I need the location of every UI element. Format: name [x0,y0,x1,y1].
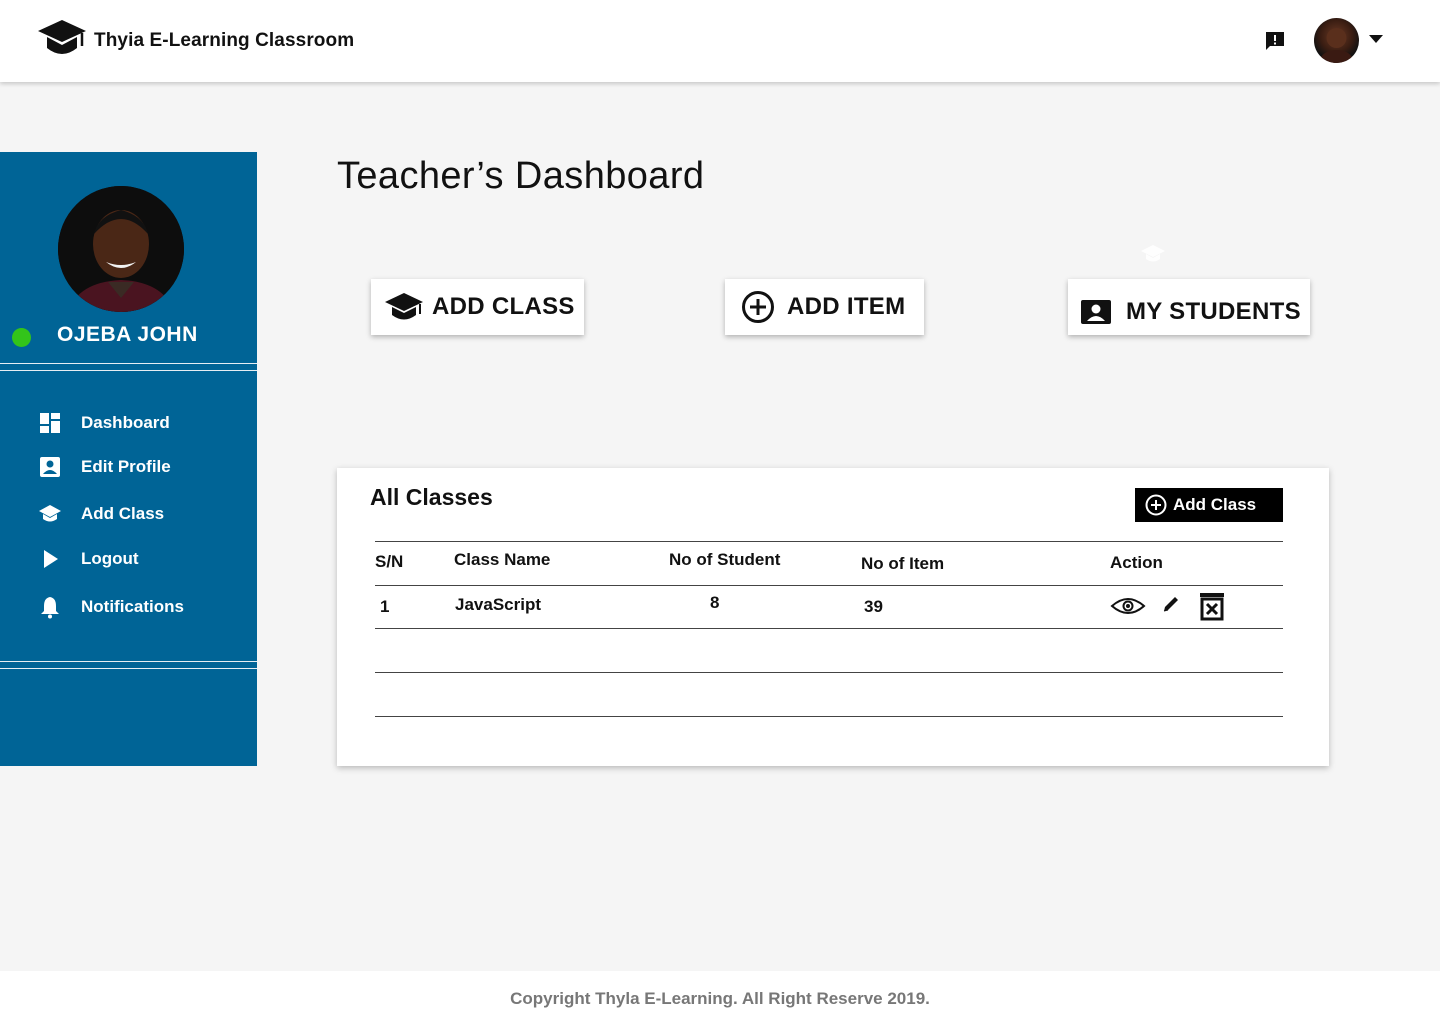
plus-circle-icon [741,290,775,324]
footer: Copyright Thyla E-Learning. All Right Re… [0,971,1440,1024]
view-icon[interactable] [1110,596,1146,621]
divider [0,363,257,364]
play-arrow-icon [38,547,62,571]
graduation-cap-icon [383,290,425,324]
sidebar: OJEBA JOHN Dashboard Edit Profile Add Cl… [0,152,257,766]
contact-card-icon [1080,297,1112,327]
sidebar-item-edit-profile[interactable]: Edit Profile [38,455,171,479]
edit-icon[interactable] [1161,594,1181,619]
copyright-text: Copyright Thyla E-Learning. All Right Re… [510,989,930,1008]
sidebar-item-label: Edit Profile [81,457,171,476]
graduation-cap-icon [36,16,88,65]
add-class-button[interactable]: Add Class [1135,488,1283,522]
caret-down-icon[interactable] [1369,35,1383,43]
sidebar-item-notifications[interactable]: Notifications [38,595,184,619]
table-divider [375,541,1283,542]
column-header-class-name: Class Name [454,550,551,569]
column-header-students: No of Student [669,550,781,569]
table-divider [375,628,1283,629]
profile-photo [58,186,184,312]
add-class-card-button[interactable]: ADD CLASS [371,279,584,335]
add-item-card-label: ADD ITEM [787,293,906,320]
table-divider [375,716,1283,717]
cell-sn: 1 [380,597,390,616]
my-students-card-label: MY STUDENTS [1126,298,1301,325]
feedback-icon[interactable] [1264,30,1286,52]
graduation-cap-icon [1140,243,1166,265]
sidebar-item-logout[interactable]: Logout [38,547,139,571]
online-status-dot [12,328,31,347]
my-students-card-button[interactable]: MY STUDENTS [1068,279,1310,335]
add-item-card-button[interactable]: ADD ITEM [725,279,924,335]
dashboard-icon [38,411,62,435]
panel-title: All Classes [370,484,493,510]
profile-name: OJEBA JOHN [57,323,198,346]
page-title: Teacher’s Dashboard [337,155,705,197]
sidebar-item-add-class[interactable]: Add Class [38,502,164,526]
sidebar-item-label: Logout [81,549,139,568]
brand-name: Thyia E-Learning Classroom [94,29,355,51]
table-divider [375,672,1283,673]
bell-icon [38,595,62,619]
table-divider [375,585,1283,586]
divider [0,370,257,371]
sidebar-item-label: Dashboard [81,413,170,432]
contact-card-icon [38,455,62,479]
sidebar-item-label: Add Class [81,504,165,523]
user-avatar[interactable] [1314,18,1359,63]
cell-items: 39 [864,597,883,616]
brand[interactable]: Thyia E-Learning Classroom [36,16,354,65]
column-header-sn: S/N [375,552,404,571]
divider [0,668,257,669]
cell-students: 8 [710,593,720,612]
column-header-items: No of Item [861,554,945,573]
graduation-cap-icon [38,502,62,526]
divider [0,661,257,662]
add-class-card-label: ADD CLASS [432,293,575,320]
delete-icon[interactable] [1197,591,1227,626]
plus-circle-icon [1145,494,1167,516]
cell-class-name: JavaScript [455,595,541,614]
top-bar: Thyia E-Learning Classroom [0,0,1440,82]
add-class-button-label: Add Class [1173,495,1257,514]
column-header-action: Action [1110,553,1163,572]
sidebar-item-label: Notifications [81,597,184,616]
sidebar-item-dashboard[interactable]: Dashboard [38,411,170,435]
all-classes-panel: All Classes Add Class S/N Class Name No … [337,468,1329,766]
